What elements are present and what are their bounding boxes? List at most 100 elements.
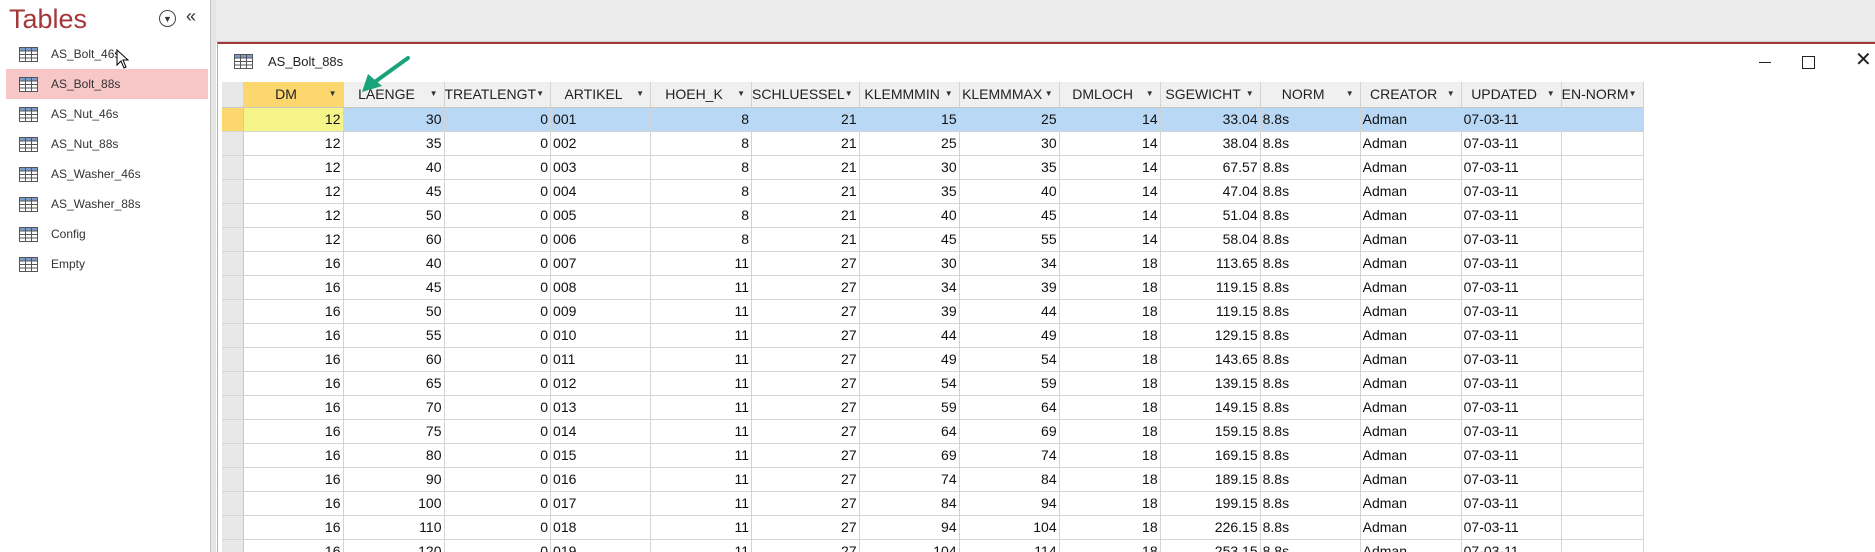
table-cell[interactable]: 16 bbox=[243, 491, 344, 516]
table-cell[interactable]: 07-03-11 bbox=[1461, 155, 1562, 180]
table-cell[interactable]: 07-03-11 bbox=[1461, 179, 1562, 204]
table-cell[interactable]: 07-03-11 bbox=[1461, 467, 1562, 492]
table-cell[interactable]: 30 bbox=[959, 131, 1060, 156]
table-cell[interactable]: 143.65 bbox=[1160, 347, 1261, 372]
row-selector[interactable] bbox=[222, 515, 244, 540]
table-cell[interactable]: 149.15 bbox=[1160, 395, 1261, 420]
column-header[interactable]: KLEMMMAX ▼ bbox=[959, 82, 1060, 108]
dropdown-arrow-icon[interactable]: ▼ bbox=[845, 89, 853, 98]
table-cell[interactable]: 120 bbox=[343, 539, 445, 552]
table-cell[interactable]: 014 bbox=[550, 419, 652, 444]
table-cell[interactable]: 129.15 bbox=[1160, 323, 1261, 348]
table-cell[interactable]: 0 bbox=[444, 395, 552, 420]
table-cell[interactable]: 001 bbox=[550, 107, 652, 132]
nav-item-table[interactable]: AS_Nut_46s bbox=[6, 99, 208, 129]
table-cell[interactable]: 104 bbox=[859, 539, 960, 552]
table-cell[interactable]: 253.15 bbox=[1160, 539, 1261, 552]
table-cell[interactable]: 8.8s bbox=[1260, 395, 1361, 420]
table-row[interactable]: 16 65 0 012 11 27 54 59 18 139.15 8.8s Adman 07-03-1… bbox=[222, 371, 1644, 396]
table-row[interactable]: 16 90 0 016 11 27 74 84 18 189.15 8.8s Adman 07-03-1… bbox=[222, 467, 1644, 492]
table-cell[interactable]: Adman bbox=[1360, 419, 1462, 444]
table-cell[interactable]: 64 bbox=[859, 419, 960, 444]
table-row[interactable]: 16 80 0 015 11 27 69 74 18 169.15 8.8s Adman 07-03-1… bbox=[222, 443, 1644, 468]
dropdown-arrow-icon[interactable]: ▼ bbox=[1447, 89, 1455, 98]
table-cell[interactable]: 27 bbox=[751, 371, 860, 396]
table-cell[interactable]: 010 bbox=[550, 323, 652, 348]
table-cell[interactable] bbox=[1561, 107, 1644, 132]
column-header[interactable]: TREATLENGT ▼ bbox=[444, 82, 552, 108]
column-header[interactable]: ARTIKEL ▼ bbox=[550, 82, 652, 108]
table-cell[interactable]: 199.15 bbox=[1160, 491, 1261, 516]
table-cell[interactable]: Adman bbox=[1360, 131, 1462, 156]
table-cell[interactable]: 18 bbox=[1059, 539, 1161, 552]
table-cell[interactable]: 011 bbox=[550, 347, 652, 372]
table-cell[interactable]: 21 bbox=[751, 203, 860, 228]
table-cell[interactable]: 015 bbox=[550, 443, 652, 468]
table-cell[interactable]: 8.8s bbox=[1260, 539, 1361, 552]
table-cell[interactable]: 67.57 bbox=[1160, 155, 1261, 180]
row-selector[interactable] bbox=[222, 419, 244, 444]
table-cell[interactable]: 8.8s bbox=[1260, 203, 1361, 228]
table-cell[interactable]: 14 bbox=[1059, 107, 1161, 132]
table-cell[interactable]: 27 bbox=[751, 467, 860, 492]
table-cell[interactable]: 39 bbox=[859, 299, 960, 324]
table-cell[interactable]: Adman bbox=[1360, 371, 1462, 396]
table-cell[interactable]: Adman bbox=[1360, 299, 1462, 324]
nav-item-table[interactable]: AS_Washer_88s bbox=[6, 189, 208, 219]
table-cell[interactable]: 21 bbox=[751, 107, 860, 132]
table-cell[interactable]: 35 bbox=[959, 155, 1060, 180]
table-cell[interactable]: 11 bbox=[650, 419, 753, 444]
table-cell[interactable]: 8.8s bbox=[1260, 419, 1361, 444]
table-cell[interactable]: 14 bbox=[1059, 155, 1161, 180]
table-cell[interactable]: 84 bbox=[959, 467, 1060, 492]
table-cell[interactable]: 11 bbox=[650, 275, 753, 300]
table-cell[interactable]: 07-03-11 bbox=[1461, 443, 1562, 468]
table-cell[interactable]: 65 bbox=[343, 371, 445, 396]
row-selector[interactable] bbox=[222, 107, 244, 132]
table-cell[interactable]: 25 bbox=[959, 107, 1060, 132]
table-cell[interactable]: 14 bbox=[1059, 131, 1161, 156]
dropdown-arrow-icon[interactable]: ▼ bbox=[1146, 89, 1154, 98]
table-cell[interactable]: 0 bbox=[444, 323, 552, 348]
table-cell[interactable] bbox=[1561, 347, 1644, 372]
table-cell[interactable]: 8.8s bbox=[1260, 371, 1361, 396]
column-header[interactable]: UPDATED ▼ bbox=[1461, 82, 1562, 108]
table-cell[interactable]: 002 bbox=[550, 131, 652, 156]
nav-menu-chevron-icon[interactable]: ▼ bbox=[159, 10, 176, 27]
table-cell[interactable]: Adman bbox=[1360, 227, 1462, 252]
table-cell[interactable]: 8 bbox=[650, 227, 753, 252]
table-cell[interactable] bbox=[1561, 371, 1644, 396]
table-cell[interactable]: 11 bbox=[650, 467, 753, 492]
close-button[interactable]: ✕ bbox=[1855, 49, 1875, 73]
table-row[interactable]: 16 110 0 018 11 27 94 104 18 226.15 8.8s Adman 07-03… bbox=[222, 515, 1644, 540]
table-cell[interactable]: 169.15 bbox=[1160, 443, 1261, 468]
table-cell[interactable]: 8.8s bbox=[1260, 155, 1361, 180]
table-cell[interactable]: 8.8s bbox=[1260, 251, 1361, 276]
table-cell[interactable]: 8 bbox=[650, 179, 753, 204]
table-cell[interactable]: 90 bbox=[343, 467, 445, 492]
table-cell[interactable] bbox=[1561, 179, 1644, 204]
table-cell[interactable]: 14 bbox=[1059, 227, 1161, 252]
table-row[interactable]: 12 30 0 001 8 21 15 25 14 33.04 8.8s Adman 07-03-11 bbox=[222, 107, 1644, 132]
table-cell[interactable]: 18 bbox=[1059, 395, 1161, 420]
column-header[interactable]: KLEMMMIN ▼ bbox=[859, 82, 960, 108]
table-cell[interactable]: 34 bbox=[859, 275, 960, 300]
table-cell[interactable]: 11 bbox=[650, 323, 753, 348]
table-cell[interactable]: 113.65 bbox=[1160, 251, 1261, 276]
table-cell[interactable]: 27 bbox=[751, 275, 860, 300]
table-cell[interactable]: 8.8s bbox=[1260, 491, 1361, 516]
table-cell[interactable]: 54 bbox=[959, 347, 1060, 372]
table-cell[interactable]: 18 bbox=[1059, 251, 1161, 276]
table-cell[interactable] bbox=[1561, 491, 1644, 516]
table-cell[interactable]: Adman bbox=[1360, 395, 1462, 420]
table-cell[interactable]: 189.15 bbox=[1160, 467, 1261, 492]
table-cell[interactable]: 0 bbox=[444, 107, 552, 132]
dropdown-arrow-icon[interactable]: ▼ bbox=[1045, 89, 1053, 98]
table-cell[interactable]: 40 bbox=[343, 251, 445, 276]
table-cell[interactable]: 18 bbox=[1059, 467, 1161, 492]
table-cell[interactable] bbox=[1561, 275, 1644, 300]
table-cell[interactable]: 119.15 bbox=[1160, 275, 1261, 300]
table-row[interactable]: 16 100 0 017 11 27 84 94 18 199.15 8.8s Adman 07-03-… bbox=[222, 491, 1644, 516]
table-cell[interactable]: 39 bbox=[959, 275, 1060, 300]
table-cell[interactable]: 8.8s bbox=[1260, 515, 1361, 540]
